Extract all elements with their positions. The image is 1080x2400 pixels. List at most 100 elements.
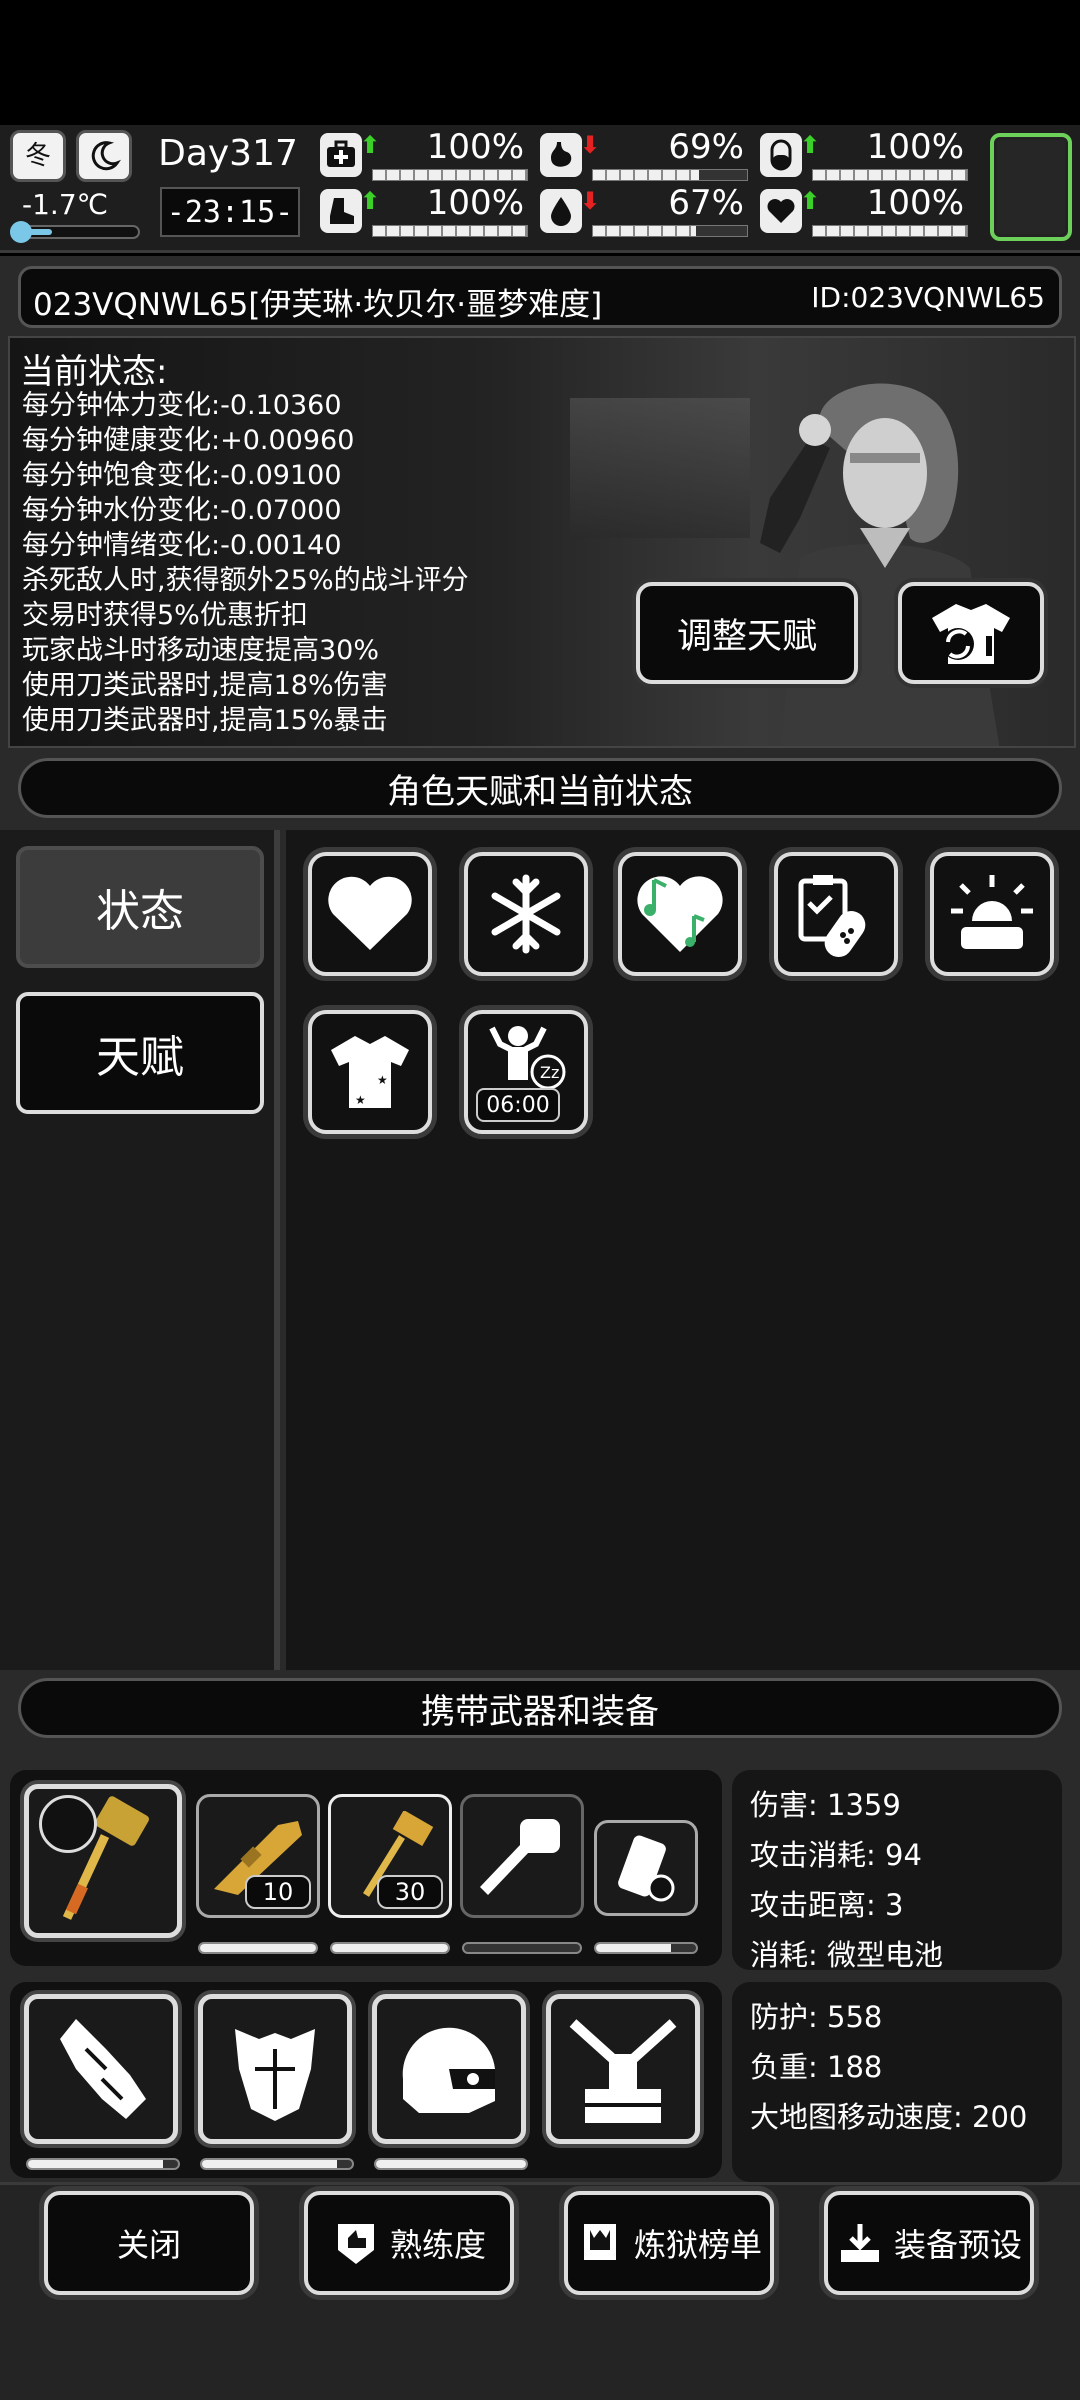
battery-shield-icon bbox=[618, 1835, 675, 1902]
weapon-badge-icon bbox=[39, 1795, 97, 1853]
status-line: 使用刀类武器时,提高18%伤害 bbox=[22, 670, 388, 701]
armor-row bbox=[10, 1982, 722, 2178]
svg-text:Zz: Zz bbox=[540, 1063, 559, 1082]
stat-mood-value: 100% bbox=[866, 183, 964, 223]
stat-health-value: 100% bbox=[426, 127, 524, 167]
trend-up-icon: ⬆ bbox=[360, 131, 381, 159]
character-name-bar: 023VQNWL65[伊芙琳·坎贝尔·噩梦难度] ID:023VQNWL65 bbox=[18, 266, 1062, 328]
trend-up-icon: ⬆ bbox=[800, 187, 821, 215]
weapon-slot[interactable]: 30 bbox=[328, 1794, 452, 1918]
status-lines: 每分钟体力变化:-0.10360 每分钟健康变化:+0.00960 每分钟饱食变… bbox=[22, 388, 469, 738]
pill-icon bbox=[760, 133, 802, 177]
moon-icon bbox=[76, 130, 132, 182]
close-button[interactable]: 关闭 bbox=[44, 2191, 254, 2295]
armored-arm-icon bbox=[60, 2019, 146, 2119]
alarm-light-icon[interactable] bbox=[930, 852, 1054, 976]
ranking-button[interactable]: 炼狱榜单 bbox=[564, 2191, 774, 2295]
bottom-button-row: 关闭 熟练度 炼狱榜单 装备预设 bbox=[0, 2182, 1080, 2400]
character-panel: 023VQNWL65[伊芙琳·坎贝尔·噩梦难度] ID:023VQNWL65 当… bbox=[0, 256, 1080, 2400]
stat-supply-bar bbox=[812, 169, 968, 181]
day-counter: Day317 bbox=[158, 133, 298, 174]
armor-slot-chest[interactable] bbox=[198, 1994, 352, 2144]
stat-stamina: ⬆ 100% bbox=[320, 183, 530, 237]
heart-icon bbox=[760, 189, 802, 233]
character-name: 023VQNWL65[伊芙琳·坎贝尔·噩梦难度] bbox=[33, 287, 603, 323]
character-id: ID:023VQNWL65 bbox=[811, 281, 1045, 314]
trend-up-icon: ⬆ bbox=[800, 131, 821, 159]
talent-status-title: 角色天赋和当前状态 bbox=[387, 771, 693, 812]
weapons-equipment-header: 携带武器和装备 bbox=[18, 1678, 1062, 1738]
main-weapon-slot[interactable] bbox=[24, 1784, 182, 1938]
hud: 冬 -1.7℃ Day317 -23:15- ⬆ 100% ⬇ 69% ⬆ 10… bbox=[0, 125, 1080, 253]
armor-defense: 防护: 558 bbox=[750, 2000, 883, 2034]
season-icon: 冬 bbox=[10, 130, 66, 182]
durability-bar bbox=[462, 1942, 582, 1954]
battery-slot[interactable] bbox=[594, 1820, 698, 1916]
preset-label: 装备预设 bbox=[893, 2226, 1022, 2264]
change-outfit-button[interactable] bbox=[898, 582, 1044, 684]
weapons-equipment-title: 携带武器和装备 bbox=[421, 1691, 659, 1732]
character-illustration bbox=[760, 383, 1000, 746]
stat-hunger: ⬇ 69% bbox=[540, 127, 750, 181]
chest-armor-icon bbox=[235, 2029, 315, 2121]
character-portrait-button[interactable] bbox=[990, 133, 1072, 241]
boot-icon bbox=[320, 189, 362, 233]
status-line: 每分钟情绪变化:-0.00140 bbox=[22, 530, 342, 561]
heart-icon[interactable] bbox=[308, 852, 432, 976]
stat-health: ⬆ 100% bbox=[320, 127, 530, 181]
thermometer-icon bbox=[10, 221, 140, 243]
status-line: 杀死敌人时,获得额外25%的战斗评分 bbox=[22, 565, 469, 596]
equipment-preset-button[interactable]: 装备预设 bbox=[824, 2191, 1034, 2295]
fist-icon bbox=[480, 1819, 560, 1895]
weapon-slot[interactable] bbox=[460, 1794, 584, 1918]
adjust-talent-button[interactable]: 调整天赋 bbox=[636, 582, 858, 684]
durability-bar bbox=[198, 1942, 318, 1954]
status-line: 每分钟体力变化:-0.10360 bbox=[22, 390, 342, 421]
weapon-slot[interactable]: 10 bbox=[196, 1794, 320, 1918]
armor-load: 负重: 188 bbox=[750, 2050, 883, 2084]
tab-column: 状态 天赋 bbox=[0, 830, 280, 1670]
medkit-icon bbox=[320, 133, 362, 177]
status-line: 每分钟饱食变化:-0.09100 bbox=[22, 460, 342, 491]
durability-bar bbox=[330, 1942, 450, 1954]
helmet-icon bbox=[402, 2027, 495, 2113]
adjust-talent-label: 调整天赋 bbox=[676, 616, 817, 657]
trend-down-icon: ⬇ bbox=[580, 187, 601, 215]
stat-water: ⬇ 67% bbox=[540, 183, 750, 237]
armor-info: 防护: 558 负重: 188 大地图移动速度: 200 bbox=[732, 1982, 1062, 2182]
status-line: 玩家战斗时移动速度提高30% bbox=[22, 635, 380, 666]
tshirt-icon[interactable]: ★ ★ bbox=[308, 1010, 432, 1134]
stat-health-bar bbox=[372, 169, 528, 181]
talent-status-header: 角色天赋和当前状态 bbox=[18, 758, 1062, 818]
sleeping-person-icon[interactable]: Zz 06:00 bbox=[464, 1010, 588, 1134]
svg-text:★: ★ bbox=[377, 1073, 388, 1087]
clock-text: -23:15- bbox=[166, 194, 294, 230]
backpack-frame-icon bbox=[569, 2019, 677, 2123]
durability-bar bbox=[594, 1942, 698, 1954]
tab-talent[interactable]: 天赋 bbox=[16, 992, 264, 1114]
stomach-icon bbox=[540, 133, 582, 177]
status-line: 每分钟水份变化:-0.07000 bbox=[22, 495, 342, 526]
tab-talent-label: 天赋 bbox=[96, 1032, 184, 1083]
music-heart-icon[interactable] bbox=[618, 852, 742, 976]
ammo-count-text: 30 bbox=[394, 1878, 426, 1906]
weapon-attack-range: 攻击距离: 3 bbox=[750, 1888, 904, 1922]
ranking-label: 炼狱榜单 bbox=[633, 2226, 762, 2264]
change-outfit-icon bbox=[932, 604, 1010, 664]
status-line: 交易时获得5%优惠折扣 bbox=[22, 600, 308, 631]
clock: -23:15- bbox=[160, 187, 300, 237]
armor-slot-helmet[interactable] bbox=[372, 1994, 526, 2144]
clipboard-bandage-icon[interactable] bbox=[774, 852, 898, 976]
snowflake-icon[interactable] bbox=[464, 852, 588, 976]
tab-status[interactable]: 状态 bbox=[16, 846, 264, 968]
proficiency-button[interactable]: 熟练度 bbox=[304, 2191, 514, 2295]
stat-stamina-value: 100% bbox=[426, 183, 524, 223]
stat-water-value: 67% bbox=[668, 183, 744, 223]
stat-mood: ⬆ 100% bbox=[760, 183, 970, 237]
trend-down-icon: ⬇ bbox=[580, 131, 601, 159]
svg-text:★: ★ bbox=[355, 1093, 366, 1107]
armor-slot-backpack[interactable] bbox=[546, 1994, 700, 2144]
season-label: 冬 bbox=[24, 141, 51, 171]
droplet-icon bbox=[540, 189, 582, 233]
armor-slot-arm[interactable] bbox=[24, 1994, 178, 2144]
